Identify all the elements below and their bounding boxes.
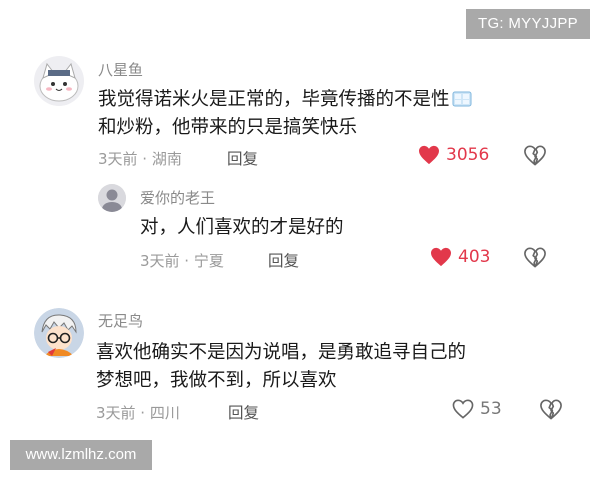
- like-button[interactable]: 403: [430, 247, 490, 267]
- reply-button[interactable]: 回复: [228, 401, 259, 423]
- avatar[interactable]: [34, 56, 84, 106]
- comment-text-line: 和炒粉，他带来的只是搞笑快乐: [98, 117, 358, 138]
- comment-meta: 3天前 · 四川: [96, 404, 180, 422]
- comment-text: 喜欢他确实不是因为说唱，是勇敢追寻自己的 梦想吧，我做不到，所以喜欢: [96, 339, 576, 395]
- comment-text: 对，人们喜欢的才是好的: [140, 214, 344, 242]
- like-button[interactable]: 3056: [418, 145, 489, 165]
- reply-button[interactable]: 回复: [268, 249, 299, 271]
- watermark-top: TG: MYYJJPP: [466, 9, 590, 39]
- broken-heart-icon: [524, 145, 546, 166]
- comment-meta: 3天前 · 湖南: [98, 150, 182, 168]
- heart-outline-icon: [452, 399, 474, 419]
- watermark-bottom: www.lzmlhz.com: [10, 440, 152, 470]
- comment-meta: 3天前 · 宁夏: [140, 252, 224, 270]
- like-count: 403: [458, 247, 491, 267]
- heart-icon: [431, 247, 451, 267]
- heart-icon: [419, 145, 439, 165]
- comment-username[interactable]: 无足鸟: [98, 310, 143, 331]
- broken-heart-icon: [540, 399, 562, 420]
- dislike-button[interactable]: [524, 145, 546, 170]
- comment-text: 我觉得诺米火是正常的，毕竟传播的不是性 和炒粉，他带来的只是搞笑快乐: [98, 86, 558, 142]
- like-button[interactable]: 53: [452, 399, 502, 419]
- like-count: 53: [480, 399, 502, 419]
- ice-cube-icon: [452, 88, 472, 107]
- comment-text-line: 对，人们喜欢的才是好的: [140, 217, 344, 238]
- broken-heart-icon: [524, 247, 546, 268]
- dislike-button[interactable]: [540, 399, 562, 424]
- avatar[interactable]: [98, 184, 126, 212]
- comment-text-line: 喜欢他确实不是因为说唱，是勇敢追寻自己的: [96, 342, 467, 363]
- comment-text-line: 梦想吧，我做不到，所以喜欢: [96, 370, 337, 391]
- comment-text-line: 我觉得诺米火是正常的，毕竟传播的不是性: [98, 89, 450, 110]
- comment-username[interactable]: 八星鱼: [98, 59, 143, 80]
- reply-button[interactable]: 回复: [227, 147, 258, 169]
- comment-username[interactable]: 爱你的老王: [140, 187, 215, 208]
- like-count: 3056: [446, 145, 490, 165]
- avatar[interactable]: [34, 308, 84, 358]
- dislike-button[interactable]: [524, 247, 546, 272]
